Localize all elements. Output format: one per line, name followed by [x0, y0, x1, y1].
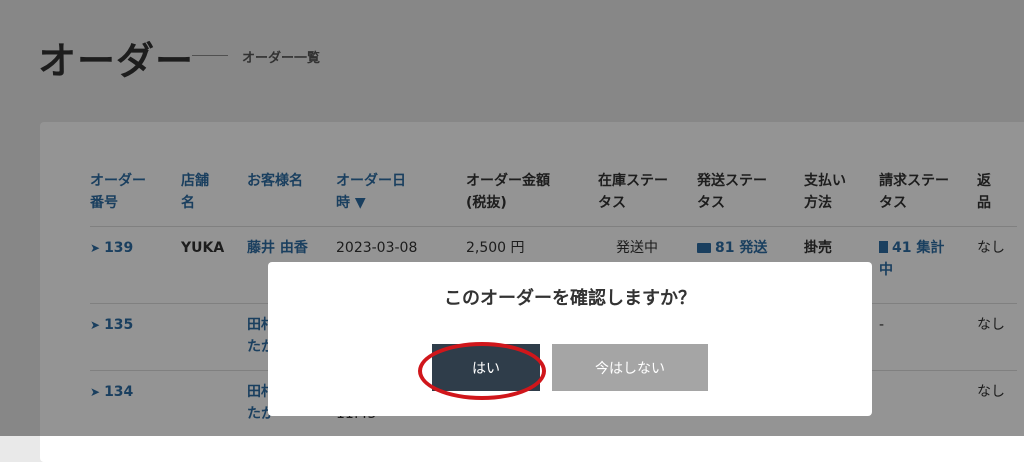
not-now-button[interactable]: 今はしない: [552, 344, 708, 391]
confirm-yes-button[interactable]: はい: [432, 344, 540, 391]
confirm-dialog: このオーダーを確認しますか？ はい 今はしない: [268, 262, 872, 416]
dialog-message: このオーダーを確認しますか？: [444, 288, 696, 309]
